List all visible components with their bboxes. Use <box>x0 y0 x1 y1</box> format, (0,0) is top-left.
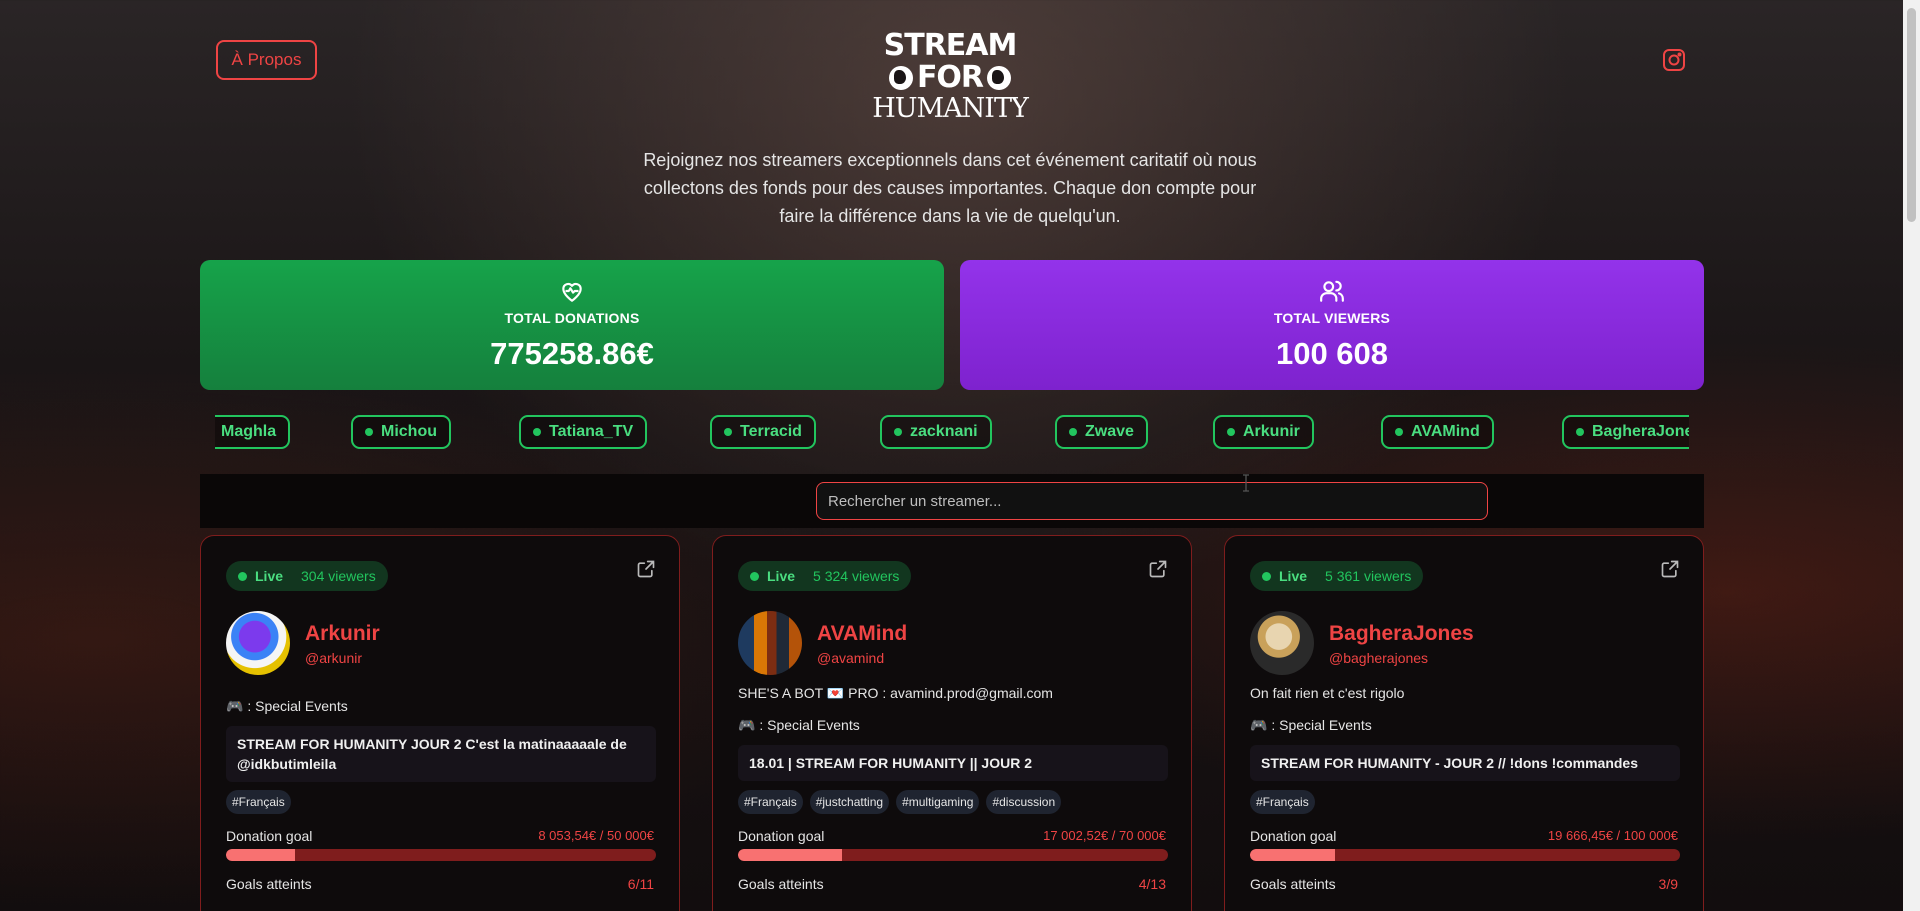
streamer-name[interactable]: BagheraJones <box>1329 622 1474 646</box>
ticker-chip[interactable]: BagheraJones <box>1562 415 1689 449</box>
donation-goal-label: Donation goal <box>1250 828 1337 844</box>
viewer-count: 5 324 viewers <box>813 568 900 584</box>
goals-reached-label: Goals atteints <box>738 876 824 892</box>
tag: #discussion <box>986 790 1062 814</box>
total-donations-label: TOTAL DONATIONS <box>504 310 640 326</box>
search-bar <box>200 474 1704 528</box>
logo-line-2: FOR <box>916 60 984 95</box>
live-dot-icon <box>1227 428 1235 436</box>
total-viewers-label: TOTAL VIEWERS <box>1273 310 1391 326</box>
live-badge: Live 5 324 viewers <box>738 561 912 591</box>
streamer-handle: @bagherajones <box>1329 650 1429 666</box>
progress-fill <box>738 849 843 861</box>
live-dot-icon <box>238 571 247 581</box>
ticker-chip[interactable]: Tatiana_TV <box>519 415 648 449</box>
goals-reached-label: Goals atteints <box>226 876 312 892</box>
tag: #Français <box>738 790 803 814</box>
goals-reached-value: 4/13 <box>1138 876 1166 892</box>
total-donations-card: TOTAL DONATIONS 775258.86€ <box>200 260 944 390</box>
viewer-count: 5 361 viewers <box>1325 568 1412 584</box>
ticker-chip[interactable]: zacknani <box>880 415 992 449</box>
goals-reached-value: 3/9 <box>1658 876 1678 892</box>
live-dot-icon <box>1576 428 1584 436</box>
streamer-bio: SHE'S A BOT 💌 PRO : avamind.prod@gmail.c… <box>738 685 1053 701</box>
tag: #justchatting <box>809 790 890 814</box>
streamer-card[interactable]: Live 5 324 viewers AVAMind @avamind SHE'… <box>712 535 1192 911</box>
about-button[interactable]: À Propos <box>216 40 317 80</box>
site-logo[interactable]: STREAM FOR HUMANITY <box>870 30 1030 130</box>
ticker-chip[interactable]: Arkunir <box>1213 415 1314 449</box>
progress-fill <box>226 849 296 861</box>
page-scrollbar[interactable] <box>1903 0 1920 911</box>
goals-reached-value: 6/11 <box>627 876 654 892</box>
viewer-count: 304 viewers <box>301 568 376 584</box>
stream-category: 🎮 : Special Events <box>738 717 860 733</box>
ticker-chip[interactable]: Maghla <box>215 415 291 449</box>
streamer-name[interactable]: AVAMind <box>817 622 907 646</box>
donation-goal-value: 19 666,45€ / 100 000€ <box>1547 828 1678 843</box>
live-badge: Live 5 361 viewers <box>1250 561 1424 591</box>
donation-goal-label: Donation goal <box>738 828 825 844</box>
tag: #multigaming <box>896 790 980 814</box>
avatar <box>226 611 290 675</box>
globe-icon <box>888 66 913 90</box>
external-link-icon[interactable] <box>636 559 656 579</box>
intro-text: Rejoignez nos streamers exceptionnels da… <box>643 150 1257 226</box>
live-dot-icon <box>750 571 759 581</box>
live-dot-icon <box>1262 571 1271 581</box>
streamer-bio: On fait rien et c'est rigolo <box>1250 685 1405 701</box>
live-dot-icon <box>894 428 902 436</box>
donation-goal-value: 17 002,52€ / 70 000€ <box>1043 828 1166 843</box>
live-badge: Live 304 viewers <box>226 561 388 591</box>
avatar <box>1250 611 1314 675</box>
total-donations-value: 775258.86€ <box>490 336 654 371</box>
ticker-chip[interactable]: AVAMind <box>1381 415 1494 449</box>
heart-pulse-icon <box>562 282 582 302</box>
streamer-ticker: Maghla Michou Tatiana_TV Terracid zackna… <box>215 412 1689 452</box>
stream-title: 18.01 | STREAM FOR HUMANITY || JOUR 2 <box>738 745 1168 781</box>
tag-list: #Français #justchatting #multigaming #di… <box>738 790 1062 814</box>
globe-icon <box>987 66 1012 90</box>
text-cursor-icon <box>1243 474 1249 492</box>
live-dot-icon <box>724 428 732 436</box>
logo-line-3: HUMANITY <box>872 93 1029 124</box>
logo-line-1: STREAM <box>883 28 1018 63</box>
stream-title: STREAM FOR HUMANITY JOUR 2 C'est la mati… <box>226 726 656 782</box>
avatar <box>738 611 802 675</box>
stream-category: 🎮 : Special Events <box>226 698 348 714</box>
streamer-handle: @avamind <box>817 650 885 666</box>
tag: #Français <box>226 790 291 814</box>
live-dot-icon <box>365 428 373 436</box>
donation-progress-bar <box>226 849 656 861</box>
donation-progress-bar <box>1250 849 1680 861</box>
streamer-card[interactable]: Live 304 viewers Arkunir @arkunir 🎮 : Sp… <box>200 535 680 911</box>
tag-list: #Français <box>226 790 291 814</box>
donation-goal-value: 8 053,54€ / 50 000€ <box>538 828 654 843</box>
total-viewers-card: TOTAL VIEWERS 100 608 <box>960 260 1704 390</box>
goals-reached-label: Goals atteints <box>1250 876 1336 892</box>
donation-goal-label: Donation goal <box>226 828 313 844</box>
users-icon <box>1320 280 1344 302</box>
instagram-icon[interactable] <box>1662 48 1686 72</box>
tag-list: #Français <box>1250 790 1315 814</box>
ticker-chip[interactable]: Terracid <box>710 415 816 449</box>
tag: #Français <box>1250 790 1315 814</box>
streamer-handle: @arkunir <box>305 650 363 666</box>
live-dot-icon <box>1069 428 1077 436</box>
search-input[interactable] <box>816 482 1488 520</box>
progress-fill <box>1250 849 1335 861</box>
live-dot-icon <box>1395 428 1403 436</box>
stream-category: 🎮 : Special Events <box>1250 717 1372 733</box>
streamer-name[interactable]: Arkunir <box>305 622 380 646</box>
stream-title: STREAM FOR HUMANITY - JOUR 2 // !dons !c… <box>1250 745 1680 781</box>
external-link-icon[interactable] <box>1148 559 1168 579</box>
ticker-chip[interactable]: Michou <box>351 415 451 449</box>
streamer-card[interactable]: Live 5 361 viewers BagheraJones @baghera… <box>1224 535 1704 911</box>
total-viewers-value: 100 608 <box>1275 336 1389 371</box>
ticker-chip[interactable]: Zwave <box>1055 415 1148 449</box>
donation-progress-bar <box>738 849 1168 861</box>
external-link-icon[interactable] <box>1660 559 1680 579</box>
live-dot-icon <box>533 428 541 436</box>
scrollbar-thumb[interactable] <box>1907 8 1916 222</box>
